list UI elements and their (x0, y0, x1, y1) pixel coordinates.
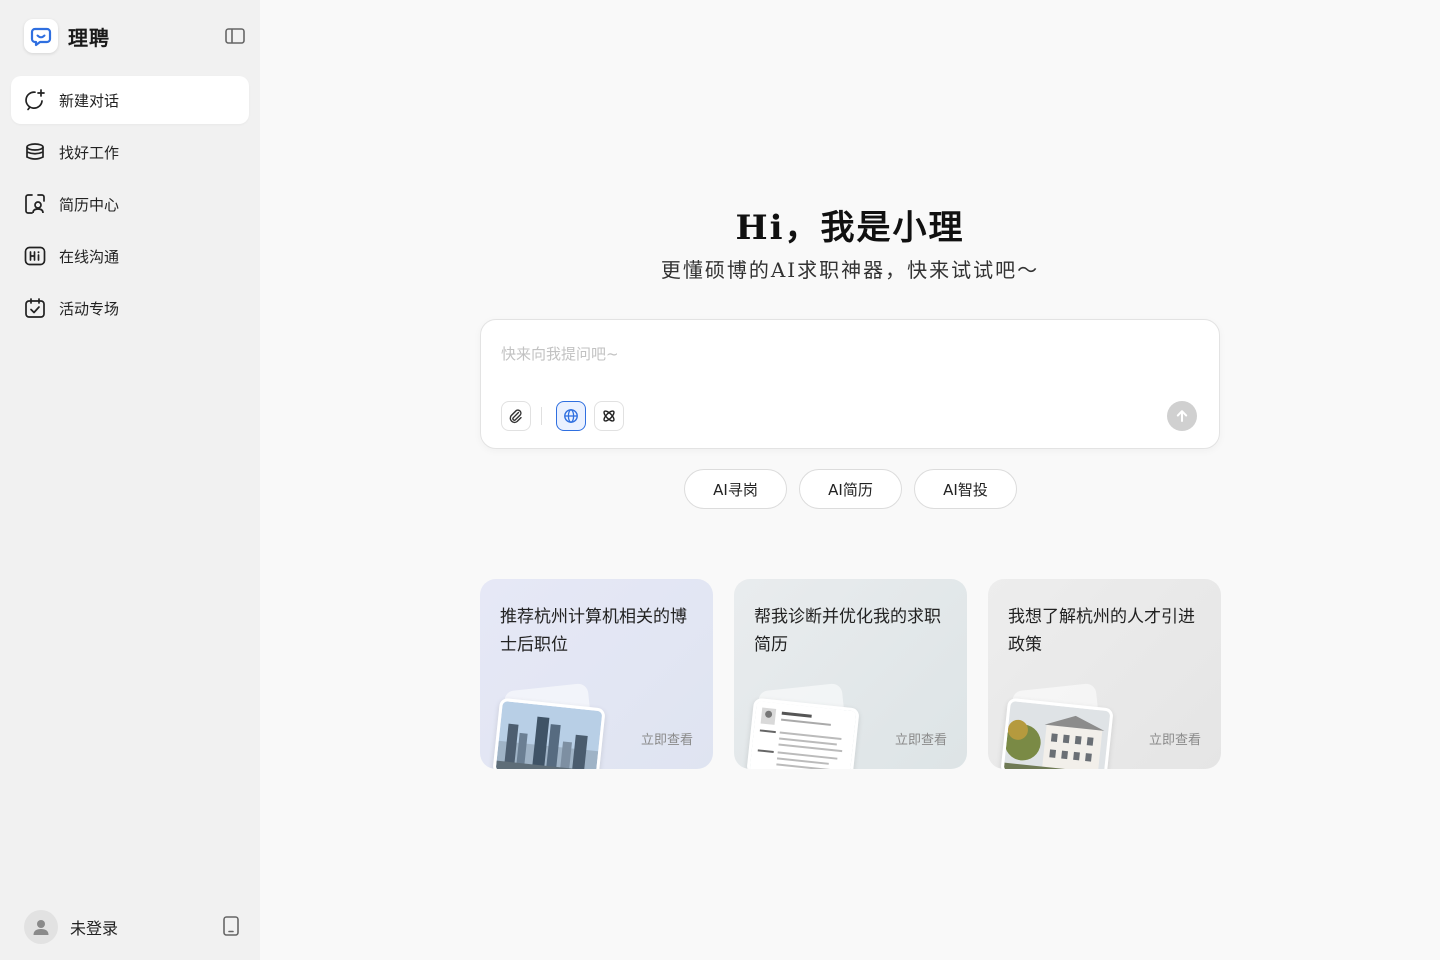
sidebar-item-events[interactable]: 活动专场 (11, 284, 249, 332)
card-view-link[interactable]: 立即查看 (895, 729, 947, 748)
sidebar-item-label: 简历中心 (59, 195, 120, 214)
sidebar-nav: 新建对话 找好工作 简历中心 在线沟通 活动专场 (11, 76, 249, 336)
sidebar-item-resume-center[interactable]: 简历中心 (11, 180, 249, 228)
briefcase-icon (23, 140, 47, 164)
chip-ai-resume[interactable]: AI简历 (799, 469, 902, 509)
chat-composer (480, 319, 1220, 449)
card-view-link[interactable]: 立即查看 (1149, 729, 1201, 748)
sidebar-item-find-job[interactable]: 找好工作 (11, 128, 249, 176)
card-title: 我想了解杭州的人才引进政策 (1008, 607, 1195, 655)
chip-ai-job-search[interactable]: AI寻岗 (684, 469, 787, 509)
suggestion-card-resume[interactable]: 帮我诊断并优化我的求职简历 立即查看 (734, 579, 967, 769)
sidebar-item-label: 在线沟通 (59, 247, 120, 266)
user-login[interactable]: 未登录 (24, 910, 118, 944)
sidebar: 理聘 新建对话 找好工作 简历中心 在线沟通 活动专场 未登录 (0, 0, 260, 960)
building-photo-image (1000, 697, 1114, 769)
attach-button[interactable] (501, 401, 531, 431)
sidebar-toggle-icon[interactable] (224, 26, 246, 46)
deep-think-toggle[interactable] (594, 401, 624, 431)
user-status-label: 未登录 (70, 919, 119, 938)
chip-ai-apply[interactable]: AI智投 (914, 469, 1017, 509)
brand[interactable]: 理聘 (24, 19, 110, 53)
hi-chat-icon (23, 244, 47, 268)
resume-document-image (746, 697, 860, 769)
quick-actions: AI寻岗 AI简历 AI智投 (684, 469, 1029, 509)
calendar-check-icon (23, 296, 47, 320)
card-title: 帮我诊断并优化我的求职简历 (754, 607, 941, 655)
brand-name: 理聘 (68, 25, 110, 50)
avatar[interactable] (24, 910, 58, 944)
mobile-device-icon[interactable] (222, 915, 240, 937)
brand-logo-icon (24, 19, 58, 53)
chat-input[interactable] (501, 342, 1181, 366)
arrow-up-icon (1176, 410, 1188, 422)
web-search-toggle[interactable] (556, 401, 586, 431)
globe-icon (564, 409, 578, 423)
suggestion-card-talent-policy[interactable]: 我想了解杭州的人才引进政策 立即查看 (988, 579, 1221, 769)
toolbar-divider (541, 407, 542, 425)
sidebar-item-label: 找好工作 (59, 143, 120, 162)
sidebar-item-online-chat[interactable]: 在线沟通 (11, 232, 249, 280)
suggestion-cards: 推荐杭州计算机相关的博士后职位 立即查看 帮我诊断并优化我的求职简历 立即查看 … (480, 579, 1242, 769)
user-icon (33, 920, 49, 935)
sidebar-item-new-chat[interactable]: 新建对话 (11, 76, 249, 124)
hero-subtitle: 更懂硕博的AI求职神器，快来试试吧～ (660, 258, 1040, 282)
resume-icon (23, 192, 47, 216)
sidebar-item-label: 新建对话 (59, 91, 120, 110)
card-view-link[interactable]: 立即查看 (641, 729, 693, 748)
card-title: 推荐杭州计算机相关的博士后职位 (500, 607, 687, 655)
send-button[interactable] (1167, 401, 1197, 431)
hero-title: Hi，我是小理 (735, 208, 965, 248)
new-chat-icon (23, 88, 47, 112)
atom-icon (603, 410, 615, 422)
sidebar-item-label: 活动专场 (59, 299, 120, 318)
paperclip-icon (509, 409, 522, 424)
suggestion-card-postdoc[interactable]: 推荐杭州计算机相关的博士后职位 立即查看 (480, 579, 713, 769)
city-skyline-image (492, 697, 606, 769)
